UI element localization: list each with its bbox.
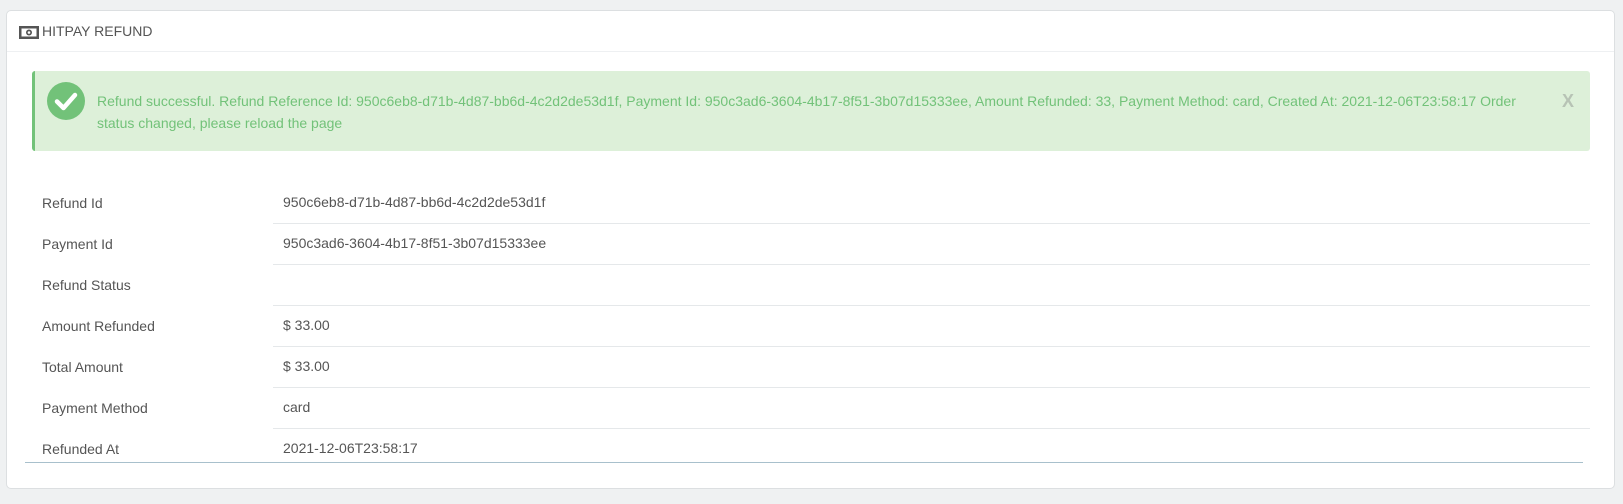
detail-label: Refunded At	[42, 441, 120, 457]
detail-label: Amount Refunded	[42, 318, 155, 334]
detail-row-payment-id: Payment Id 950c3ad6-3604-4b17-8f51-3b07d…	[32, 224, 1590, 265]
alert-close-button[interactable]: X	[1562, 91, 1574, 112]
detail-row-refund-status: Refund Status	[32, 265, 1590, 306]
check-circle-icon	[47, 82, 85, 120]
refund-details-table: Refund Id 950c6eb8-d71b-4d87-bb6d-4c2d2d…	[32, 183, 1590, 470]
detail-row-payment-method: Payment Method card	[32, 388, 1590, 429]
detail-label: Refund Id	[42, 195, 103, 211]
detail-value: 950c3ad6-3604-4b17-8f51-3b07d15333ee	[283, 235, 547, 251]
detail-row-total-amount: Total Amount $ 33.00	[32, 347, 1590, 388]
panel-heading: HITPAY REFUND	[7, 11, 1614, 52]
detail-value: card	[283, 399, 311, 415]
panel-title: HITPAY REFUND	[42, 23, 153, 39]
detail-label: Payment Id	[42, 236, 113, 252]
success-alert: Refund successful. Refund Reference Id: …	[32, 71, 1590, 151]
hitpay-refund-panel: HITPAY REFUND Refund successful. Refund …	[6, 10, 1615, 489]
detail-label: Refund Status	[42, 277, 131, 293]
detail-value: $ 33.00	[283, 317, 330, 333]
money-icon	[19, 26, 39, 39]
detail-row-refund-id: Refund Id 950c6eb8-d71b-4d87-bb6d-4c2d2d…	[32, 183, 1590, 224]
detail-value: 950c6eb8-d71b-4d87-bb6d-4c2d2de53d1f	[283, 194, 546, 210]
detail-label: Payment Method	[42, 400, 148, 416]
alert-message: Refund successful. Refund Reference Id: …	[97, 93, 1516, 131]
detail-label: Total Amount	[42, 359, 123, 375]
detail-value: 2021-12-06T23:58:17	[283, 440, 418, 456]
detail-row-amount-refunded: Amount Refunded $ 33.00	[32, 306, 1590, 347]
detail-row-refunded-at: Refunded At 2021-12-06T23:58:17	[32, 429, 1590, 470]
table-bottom-border	[25, 462, 1583, 463]
detail-value: $ 33.00	[283, 358, 330, 374]
